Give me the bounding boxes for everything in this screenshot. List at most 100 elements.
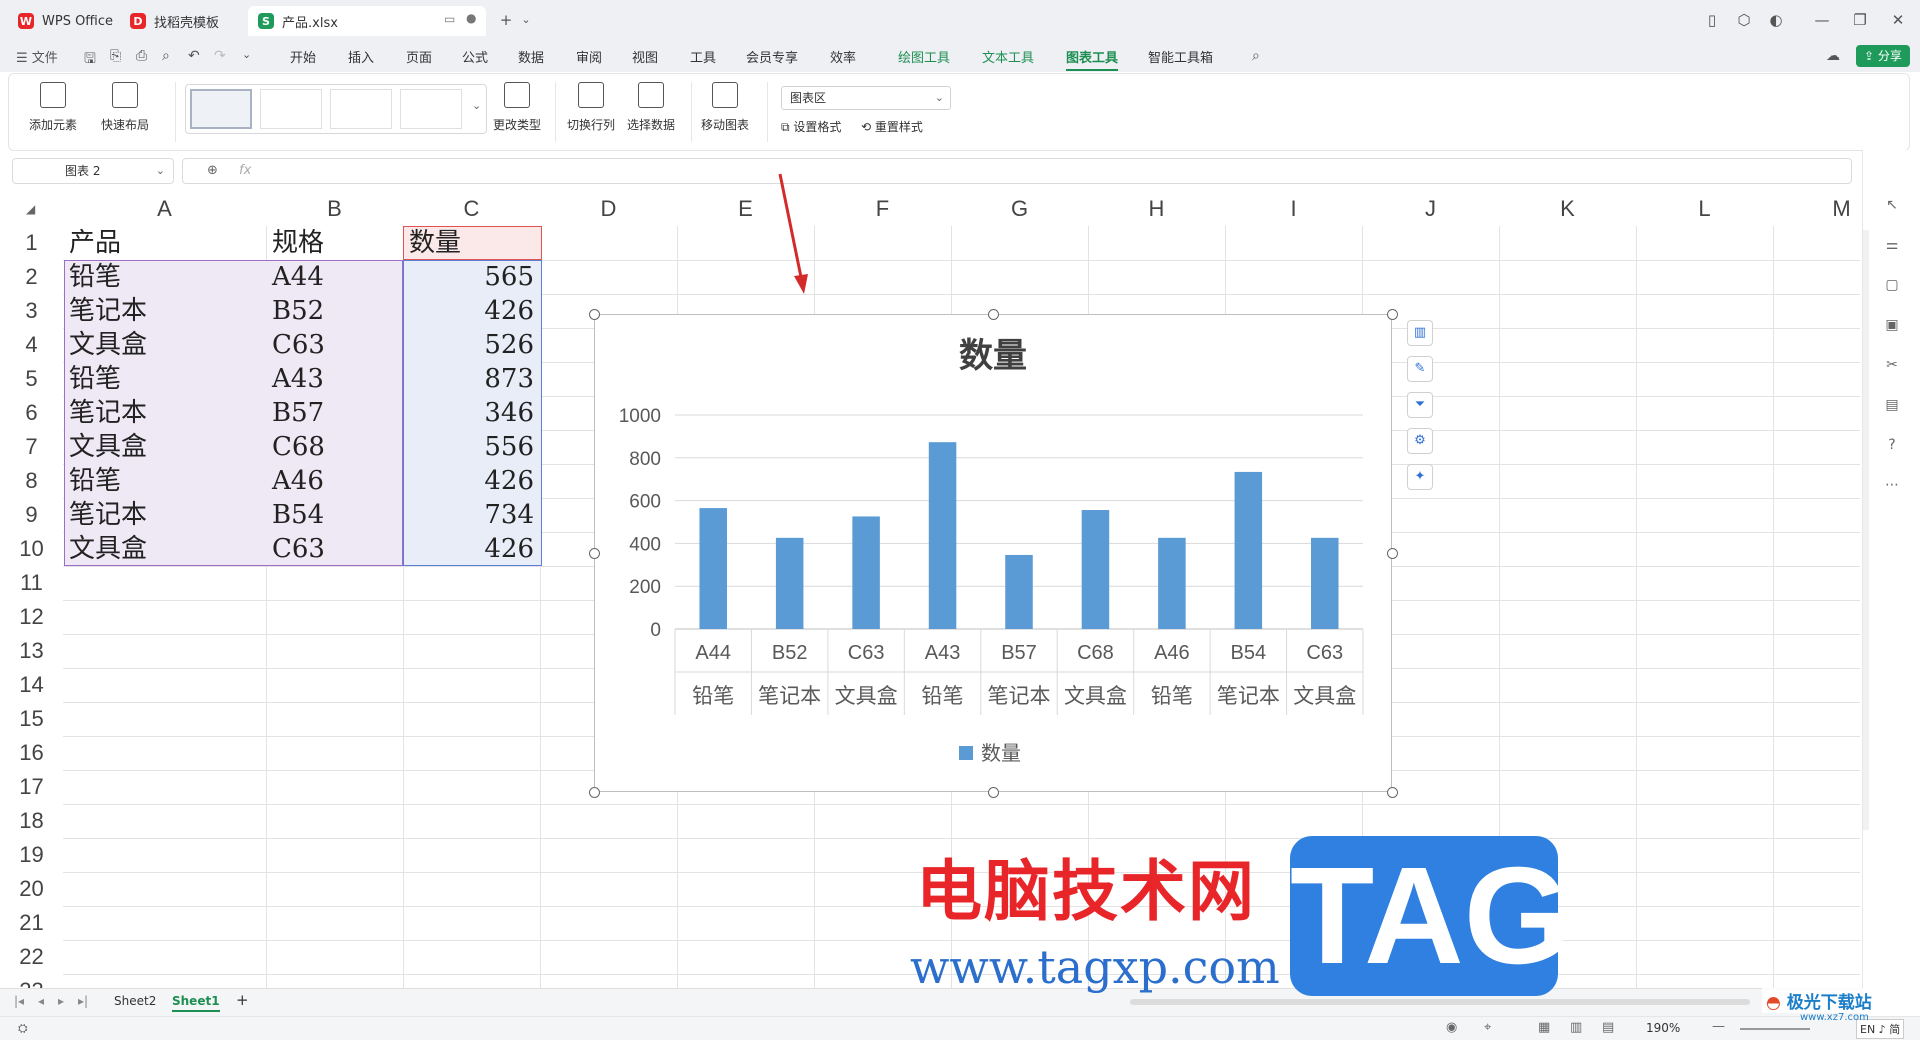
reset-style-button[interactable]: ⟲ 重置样式 [861,118,923,135]
macro-icon[interactable]: ⛭ [18,1021,28,1036]
column-header[interactable]: A [63,192,266,226]
help-icon[interactable]: ? [1883,436,1901,454]
resize-handle[interactable] [1387,787,1398,798]
row-header[interactable]: 13 [0,634,63,668]
menu-formula[interactable]: 公式 [462,47,488,66]
chart-style-gallery[interactable]: ⌄ [185,84,487,134]
vertical-scrollbar[interactable] [1863,230,1869,830]
change-type-button[interactable]: 更改类型 [493,82,541,133]
menu-smart-toolbox[interactable]: 智能工具箱 [1148,47,1213,66]
row-header[interactable]: 1 [0,226,63,260]
column-header[interactable]: F [814,192,951,226]
resize-handle[interactable] [1387,309,1398,320]
data-cell[interactable]: C63 [266,328,403,362]
last-sheet-icon[interactable]: ▸| [78,994,88,1008]
menu-view[interactable]: 视图 [632,47,658,66]
column-header[interactable]: H [1088,192,1225,226]
chart-filter-icon[interactable]: ⏷ [1407,392,1433,418]
image-icon[interactable]: ▣ [1883,316,1901,334]
row-header[interactable]: 8 [0,464,63,498]
sheet-tab-sheet2[interactable]: Sheet2 [114,994,156,1008]
share-button[interactable]: ⇪ 分享 [1856,45,1910,67]
column-header[interactable]: M [1773,192,1860,226]
sheet-tab-sheet1[interactable]: Sheet1 [172,994,220,1012]
select-all-icon[interactable]: ◢ [26,202,35,216]
menu-review[interactable]: 审阅 [576,47,602,66]
undo-icon[interactable]: ↶ [188,48,200,64]
gallery-expand-icon[interactable]: ⌄ [472,99,481,112]
data-cell[interactable]: 565 [403,260,540,294]
chart-style-thumb[interactable] [400,89,462,129]
add-sheet-button[interactable]: + [236,991,249,1009]
name-box[interactable]: 图表 2 ⌄ [12,158,174,184]
row-header[interactable]: 17 [0,770,63,804]
column-header[interactable]: L [1636,192,1773,226]
add-element-button[interactable]: 添加元素 [29,82,77,133]
horizontal-scrollbar[interactable] [1130,999,1750,1005]
chart-element-select[interactable]: 图表区 ⌄ [781,86,951,110]
zoom-slider[interactable] [1740,1028,1810,1030]
row-header[interactable]: 6 [0,396,63,430]
data-cell[interactable]: 526 [403,328,540,362]
tools-icon[interactable]: ✂ [1883,356,1901,374]
tab-product-xlsx[interactable]: S 产品.xlsx ▭ ● [248,6,486,36]
resize-handle[interactable] [1387,548,1398,559]
row-header[interactable]: 14 [0,668,63,702]
menu-text-tools[interactable]: 文本工具 [982,47,1034,66]
cloud-icon[interactable]: ☁ [1826,48,1840,64]
print-preview-icon[interactable]: ⌕ [162,48,170,64]
data-cell[interactable]: 346 [403,396,540,430]
resize-handle[interactable] [589,548,600,559]
data-cell[interactable]: 笔记本 [63,396,266,430]
fx-icon[interactable]: fx [239,163,251,178]
data-cell[interactable]: 426 [403,464,540,498]
data-cell[interactable]: 文具盒 [63,328,266,362]
data-cell[interactable]: 文具盒 [63,430,266,464]
column-header[interactable]: K [1499,192,1636,226]
page-layout-icon[interactable]: ▥ [1570,1020,1582,1035]
chart-style-thumb[interactable] [330,89,392,129]
move-chart-button[interactable]: 移动图表 [701,82,749,133]
column-header[interactable]: G [951,192,1088,226]
zoom-level[interactable]: 190% [1646,1021,1680,1035]
quick-layout-button[interactable]: 快速布局 [101,82,149,133]
column-header[interactable]: B [266,192,403,226]
data-cell[interactable]: C63 [266,532,403,566]
chevron-down-icon[interactable]: ⌄ [242,48,251,61]
header-cell[interactable]: 产品 [63,226,266,260]
avatar[interactable]: ◐ [1766,10,1786,30]
first-sheet-icon[interactable]: |◂ [14,994,24,1008]
normal-view-icon[interactable]: ▦ [1538,1020,1550,1035]
menu-chart-tools[interactable]: 图表工具 [1066,47,1119,71]
column-header[interactable]: D [540,192,677,226]
data-cell[interactable]: 笔记本 [63,294,266,328]
tab-docer[interactable]: D 找稻壳模板 [120,6,244,36]
row-header[interactable]: 5 [0,362,63,396]
chart-style-thumb[interactable] [190,89,252,129]
data-cell[interactable]: 873 [403,362,540,396]
select-data-button[interactable]: 选择数据 [627,82,675,133]
minimize-icon[interactable]: — [1812,10,1832,30]
data-cell[interactable]: 556 [403,430,540,464]
resize-handle[interactable] [988,787,999,798]
restore-icon[interactable]: ❐ [1850,10,1870,30]
chart[interactable]: 数量 0 200 400 600 800 1000 A44 铅笔 B52 笔记本 C63 文具盒 A43 铅… [594,314,1392,792]
layout-icon[interactable]: ▯ [1702,10,1722,30]
redo-icon[interactable]: ↷ [214,48,226,64]
header-cell[interactable]: 数量 [403,226,540,260]
menu-home[interactable]: 开始 [290,47,316,66]
page-break-icon[interactable]: ▤ [1602,1020,1614,1035]
data-cell[interactable]: B54 [266,498,403,532]
data-cell[interactable]: A44 [266,260,403,294]
row-header[interactable]: 11 [0,566,63,600]
data-cell[interactable]: 笔记本 [63,498,266,532]
row-header[interactable]: 19 [0,838,63,872]
more-icon[interactable]: ⋯ [1883,476,1901,494]
note-icon[interactable]: ▢ [1883,276,1901,294]
tab-wps-office[interactable]: W WPS Office [8,6,116,36]
zoom-out-icon[interactable]: — [1712,1019,1725,1034]
menu-drawing-tools[interactable]: 绘图工具 [898,47,950,66]
chart-style-thumb[interactable] [260,89,322,129]
resize-handle[interactable] [988,309,999,320]
row-header[interactable]: 3 [0,294,63,328]
